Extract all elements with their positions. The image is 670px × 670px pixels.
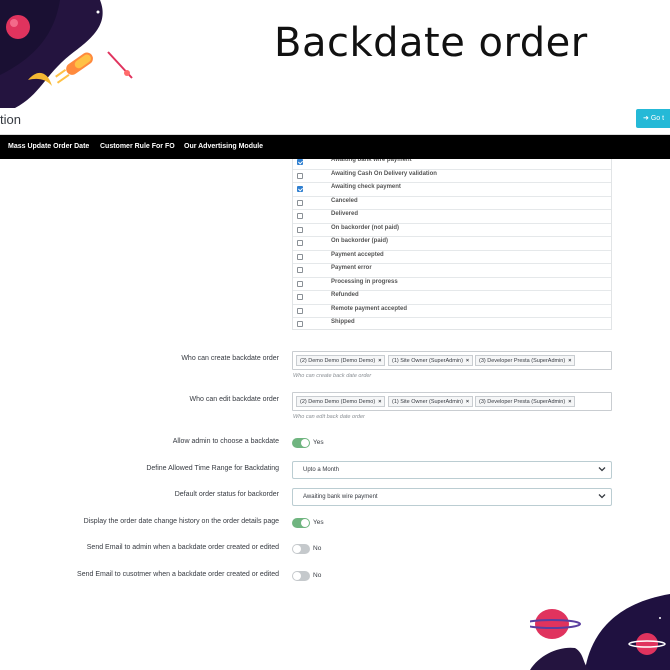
status-row: Canceled bbox=[293, 197, 611, 210]
status-row: On backorder (not paid) bbox=[293, 224, 611, 237]
close-icon[interactable]: × bbox=[466, 399, 469, 405]
status-checkbox[interactable] bbox=[297, 307, 303, 314]
status-row: Remote payment accepted bbox=[293, 305, 611, 318]
nav-mass-update-order-date[interactable]: Mass Update Order Date bbox=[8, 135, 89, 159]
status-row: Awaiting Cash On Delivery validation bbox=[293, 170, 611, 183]
status-checkbox[interactable] bbox=[297, 199, 303, 206]
chevron-down-icon bbox=[598, 494, 606, 499]
status-label: Processing in progress bbox=[331, 278, 398, 285]
status-checkbox[interactable] bbox=[297, 186, 303, 192]
email-admin-toggle[interactable] bbox=[292, 544, 310, 554]
status-row: Delivered bbox=[293, 210, 611, 224]
chevron-down-icon bbox=[598, 467, 606, 472]
status-checkbox[interactable] bbox=[297, 172, 303, 179]
close-icon[interactable]: × bbox=[568, 399, 571, 405]
status-checkbox[interactable] bbox=[297, 240, 303, 246]
status-row: Payment accepted bbox=[293, 251, 611, 264]
order-status-list: Awaiting bank wire payment Awaiting Cash … bbox=[292, 159, 612, 330]
tag: (3) Developer Presta (SuperAdmin) × bbox=[475, 396, 576, 407]
status-checkbox[interactable] bbox=[297, 159, 303, 165]
status-label: Canceled bbox=[331, 197, 358, 204]
status-label: On backorder (paid) bbox=[331, 238, 389, 244]
status-label: Delivered bbox=[331, 211, 359, 217]
default-status-value: Awaiting bank wire payment bbox=[303, 494, 378, 500]
email-customer-toggle[interactable] bbox=[292, 571, 310, 581]
tag: (3) Developer Presta (SuperAdmin) × bbox=[475, 355, 576, 366]
status-label: On backorder (not paid) bbox=[331, 224, 400, 231]
close-icon[interactable]: × bbox=[568, 358, 571, 364]
status-label: Awaiting check payment bbox=[331, 184, 401, 190]
status-checkbox[interactable] bbox=[297, 253, 303, 260]
close-icon[interactable]: × bbox=[466, 358, 469, 364]
status-row: Refunded bbox=[293, 291, 611, 305]
default-status-select[interactable]: Awaiting bank wire payment bbox=[292, 488, 612, 506]
tag: (2) Demo Demo (Demo Demo) × bbox=[296, 355, 386, 366]
status-row: Processing in progress bbox=[293, 278, 611, 291]
close-icon[interactable]: × bbox=[378, 399, 381, 405]
create-help-text: Who can create back date order bbox=[293, 373, 372, 379]
space-illustration-top-left bbox=[0, 0, 133, 110]
email-admin-value: No bbox=[313, 545, 322, 552]
status-label: Awaiting bank wire payment bbox=[331, 159, 412, 163]
time-range-value: Upto a Month bbox=[303, 467, 340, 473]
admin-screenshot: tion ➜ Go t Mass Update Order Date Custo… bbox=[0, 108, 670, 596]
status-label: Remote payment accepted bbox=[331, 305, 408, 312]
nav-our-advertising-module[interactable]: Our Advertising Module bbox=[184, 135, 263, 159]
status-checkbox[interactable] bbox=[297, 267, 303, 273]
space-illustration-bottom-right bbox=[530, 594, 670, 670]
status-row: Shipped bbox=[293, 318, 611, 329]
status-row: Awaiting bank wire payment bbox=[293, 159, 611, 170]
time-range-select[interactable]: Upto a Month bbox=[292, 461, 612, 479]
tag: (1) Site Owner (SuperAdmin) × bbox=[388, 355, 474, 366]
edit-help-text: Who can edit back date order bbox=[293, 414, 365, 420]
edit-label: Who can edit backdate order bbox=[189, 396, 280, 403]
nav-customer-rule-for-fo[interactable]: Customer Rule For FO bbox=[100, 135, 175, 159]
tag: (2) Demo Demo (Demo Demo) × bbox=[296, 396, 386, 407]
email-customer-label: Send Email to cusotmer when a backdate o… bbox=[77, 571, 279, 578]
allow-admin-value: Yes bbox=[313, 439, 324, 446]
status-label: Payment accepted bbox=[331, 251, 384, 258]
go-button-label: Go t bbox=[650, 115, 665, 122]
status-checkbox[interactable] bbox=[297, 280, 303, 287]
status-row: Payment error bbox=[293, 264, 611, 278]
time-range-label: Define Allowed Time Range for Backdating bbox=[146, 465, 279, 472]
status-label: Payment error bbox=[331, 265, 372, 271]
page-title: Backdate order bbox=[274, 20, 588, 66]
create-tags-input[interactable]: (2) Demo Demo (Demo Demo) × (1) Site Owne… bbox=[292, 351, 612, 370]
settings-panel: Awaiting bank wire payment Awaiting Cash … bbox=[0, 159, 670, 596]
go-button[interactable]: ➜ Go t bbox=[636, 109, 670, 128]
edit-tags-input[interactable]: (2) Demo Demo (Demo Demo) × (1) Site Owne… bbox=[292, 392, 612, 411]
admin-header: tion ➜ Go t bbox=[0, 108, 670, 135]
status-row: On backorder (paid) bbox=[293, 237, 611, 251]
status-label: Shipped bbox=[331, 319, 355, 325]
module-navbar: Mass Update Order Date Customer Rule For… bbox=[0, 135, 670, 159]
status-label: Awaiting Cash On Delivery validation bbox=[331, 170, 437, 177]
status-label: Refunded bbox=[331, 292, 359, 298]
tag: (1) Site Owner (SuperAdmin) × bbox=[388, 396, 474, 407]
email-customer-value: No bbox=[313, 572, 322, 579]
status-checkbox[interactable] bbox=[297, 226, 303, 233]
status-checkbox[interactable] bbox=[297, 321, 303, 327]
display-history-label: Display the order date change history on… bbox=[83, 518, 279, 525]
status-row: Awaiting check payment bbox=[293, 183, 611, 197]
create-label: Who can create backdate order bbox=[181, 355, 279, 362]
email-admin-label: Send Email to admin when a backdate orde… bbox=[86, 544, 279, 551]
allow-admin-toggle[interactable] bbox=[292, 438, 310, 448]
allow-admin-label: Allow admin to choose a backdate bbox=[172, 438, 279, 445]
display-history-value: Yes bbox=[313, 519, 324, 526]
circle-arrow-icon: ➜ bbox=[643, 115, 649, 122]
status-checkbox[interactable] bbox=[297, 294, 303, 300]
close-icon[interactable]: × bbox=[378, 358, 381, 364]
header-title: tion bbox=[0, 112, 21, 127]
default-status-label: Default order status for backorder bbox=[174, 491, 279, 498]
display-history-toggle[interactable] bbox=[292, 518, 310, 528]
status-checkbox[interactable] bbox=[297, 213, 303, 219]
